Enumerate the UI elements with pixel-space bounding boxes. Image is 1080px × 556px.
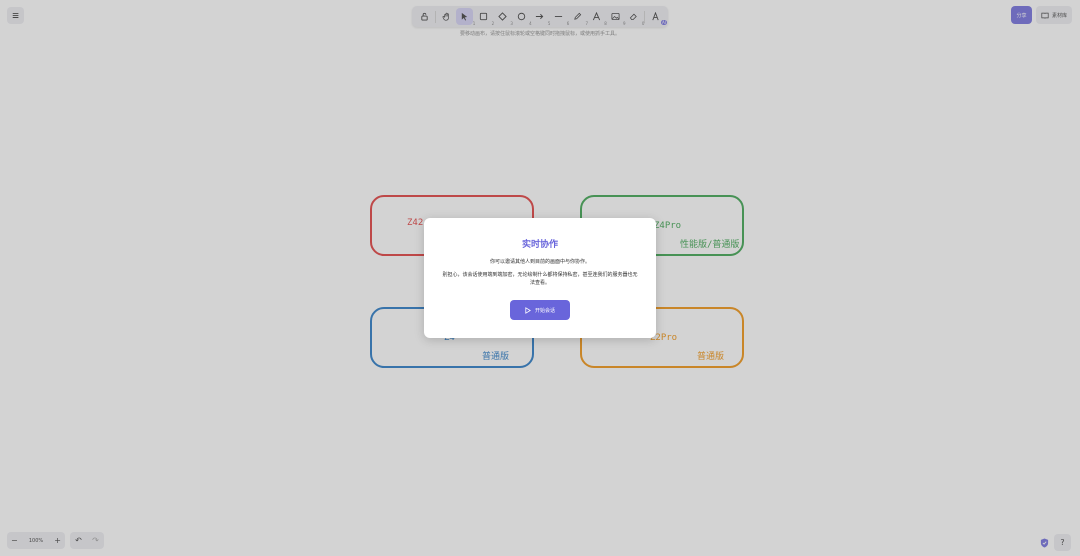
dialog-privacy-note: 别担心，该会话使用端到端加密，无论绘制什么都将保持私密，甚至连我们的服务器也无法…: [442, 272, 638, 286]
start-session-label: 开始会话: [534, 307, 555, 314]
dialog-description: 你可以邀请其他人到目前的画面中与你协作。: [489, 259, 590, 265]
live-collaboration-dialog: 实时协作 你可以邀请其他人到目前的画面中与你协作。 别担心，该会话使用端到端加密…: [424, 218, 656, 338]
start-session-button[interactable]: 开始会话: [510, 300, 570, 320]
dialog-title: 实时协作: [521, 240, 558, 250]
play-icon: [525, 306, 531, 314]
